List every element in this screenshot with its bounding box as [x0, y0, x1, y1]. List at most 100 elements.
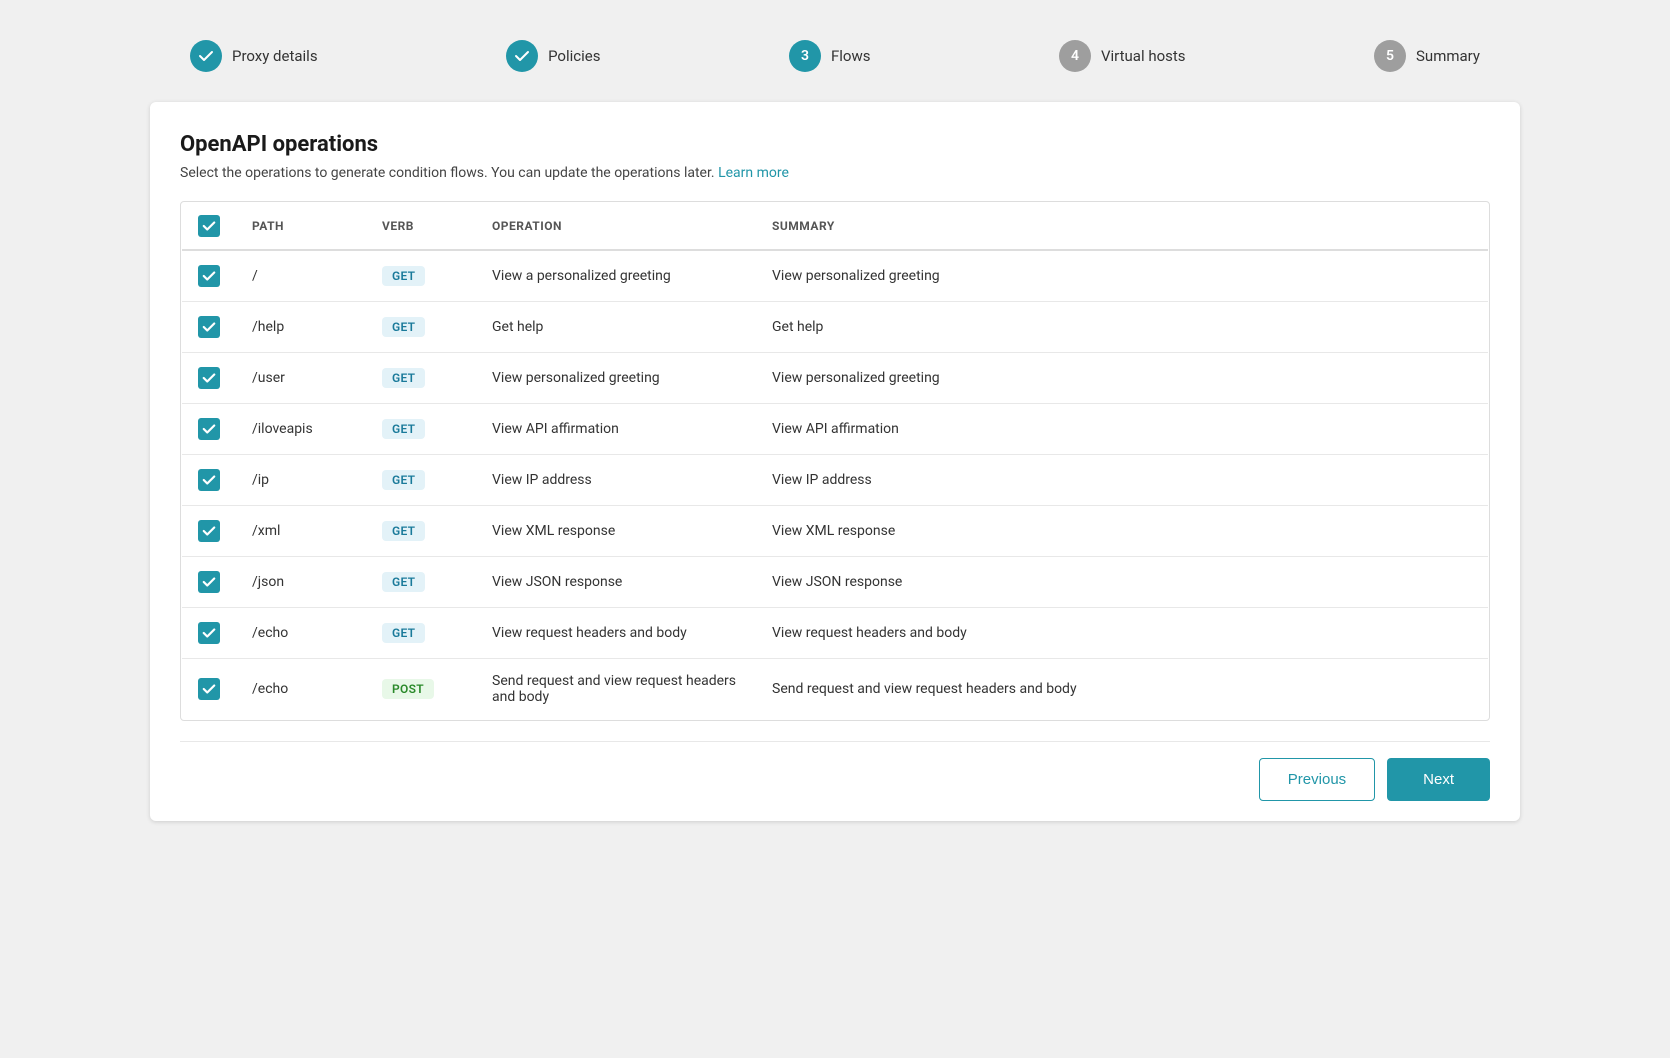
row-checkbox-cell: [182, 250, 237, 302]
table-row: /echo GET View request headers and bodyVie…: [182, 608, 1489, 659]
row-verb: GET: [366, 302, 476, 353]
row-path: /: [236, 250, 366, 302]
row-verb: GET: [366, 250, 476, 302]
row-summary: Get help: [756, 302, 1489, 353]
step-circle-summary: 5: [1374, 40, 1406, 72]
row-checkbox-0[interactable]: [198, 265, 220, 287]
row-operation: View API affirmation: [476, 404, 756, 455]
card-footer: Previous Next: [180, 741, 1490, 801]
row-path: /echo: [236, 659, 366, 720]
row-path: /echo: [236, 608, 366, 659]
row-checkbox-6[interactable]: [198, 571, 220, 593]
verb-badge-get: GET: [382, 419, 425, 439]
stepper: Proxy details Policies 3 Flows 4 Virtual…: [150, 20, 1520, 92]
row-summary: View API affirmation: [756, 404, 1489, 455]
verb-badge-get: GET: [382, 317, 425, 337]
table-row: /echo POST Send request and view request h…: [182, 659, 1489, 720]
row-checkbox-cell: [182, 557, 237, 608]
col-header-verb: VERB: [366, 203, 476, 251]
verb-badge-get: GET: [382, 470, 425, 490]
row-summary: View IP address: [756, 455, 1489, 506]
row-checkbox-7[interactable]: [198, 622, 220, 644]
step-flows[interactable]: 3 Flows: [789, 40, 871, 72]
col-header-checkbox: [182, 203, 237, 251]
verb-badge-get: GET: [382, 266, 425, 286]
step-summary[interactable]: 5 Summary: [1374, 40, 1480, 72]
row-summary: View XML response: [756, 506, 1489, 557]
row-verb: GET: [366, 353, 476, 404]
row-path: /help: [236, 302, 366, 353]
step-circle-proxy-details: [190, 40, 222, 72]
row-checkbox-cell: [182, 659, 237, 720]
step-label-policies: Policies: [548, 47, 600, 65]
card-description: Select the operations to generate condit…: [180, 165, 1490, 181]
row-summary: View personalized greeting: [756, 353, 1489, 404]
step-circle-policies: [506, 40, 538, 72]
table-row: / GET View a personalized greetingView per…: [182, 250, 1489, 302]
row-verb: GET: [366, 404, 476, 455]
learn-more-link[interactable]: Learn more: [718, 165, 789, 181]
verb-badge-post: POST: [382, 679, 434, 699]
row-path: /user: [236, 353, 366, 404]
step-circle-flows: 3: [789, 40, 821, 72]
step-virtual-hosts[interactable]: 4 Virtual hosts: [1059, 40, 1186, 72]
table-row: /xmlGETView XML responseView XML respons…: [182, 506, 1489, 557]
step-label-virtual-hosts: Virtual hosts: [1101, 47, 1186, 65]
row-operation: View personalized greeting: [476, 353, 756, 404]
row-checkbox-5[interactable]: [198, 520, 220, 542]
row-checkbox-2[interactable]: [198, 367, 220, 389]
row-checkbox-cell: [182, 608, 237, 659]
row-path: /iloveapis: [236, 404, 366, 455]
row-checkbox-cell: [182, 506, 237, 557]
table-header-row: PATH VERB OPERATION SUMMARY: [182, 203, 1489, 251]
row-operation: View request headers and body: [476, 608, 756, 659]
row-operation: Send request and view request headers an…: [476, 659, 756, 720]
row-path: /xml: [236, 506, 366, 557]
row-checkbox-cell: [182, 302, 237, 353]
operations-table: PATH VERB OPERATION SUMMARY / GET View a p…: [181, 202, 1489, 720]
table-row: /ipGETView IP addressView IP address: [182, 455, 1489, 506]
row-operation: View JSON response: [476, 557, 756, 608]
row-operation: Get help: [476, 302, 756, 353]
row-verb: GET: [366, 455, 476, 506]
row-verb: GET: [366, 608, 476, 659]
row-summary: View personalized greeting: [756, 250, 1489, 302]
step-label-proxy-details: Proxy details: [232, 47, 318, 65]
table-row: /user GET View personalized greetingView p…: [182, 353, 1489, 404]
row-path: /ip: [236, 455, 366, 506]
previous-button[interactable]: Previous: [1259, 758, 1375, 801]
row-summary: Send request and view request headers an…: [756, 659, 1489, 720]
step-policies[interactable]: Policies: [506, 40, 600, 72]
table-row: /jsonGETView JSON responseView JSON resp…: [182, 557, 1489, 608]
main-card: OpenAPI operations Select the operations…: [150, 102, 1520, 821]
row-checkbox-cell: [182, 353, 237, 404]
select-all-checkbox[interactable]: [198, 215, 220, 237]
row-summary: View request headers and body: [756, 608, 1489, 659]
table-wrapper: PATH VERB OPERATION SUMMARY / GET View a p…: [180, 201, 1490, 721]
card-title: OpenAPI operations: [180, 132, 1490, 157]
table-row: /iloveapis GET View API affirmationView AP…: [182, 404, 1489, 455]
verb-badge-get: GET: [382, 521, 425, 541]
verb-badge-get: GET: [382, 623, 425, 643]
step-circle-virtual-hosts: 4: [1059, 40, 1091, 72]
row-path: /json: [236, 557, 366, 608]
col-header-operation: OPERATION: [476, 203, 756, 251]
row-checkbox-cell: [182, 404, 237, 455]
row-checkbox-cell: [182, 455, 237, 506]
col-header-path: PATH: [236, 203, 366, 251]
verb-badge-get: GET: [382, 368, 425, 388]
table-row: /help GET Get helpGet help: [182, 302, 1489, 353]
row-verb: GET: [366, 557, 476, 608]
row-verb: POST: [366, 659, 476, 720]
row-checkbox-8[interactable]: [198, 678, 220, 700]
row-checkbox-1[interactable]: [198, 316, 220, 338]
row-verb: GET: [366, 506, 476, 557]
col-header-summary: SUMMARY: [756, 203, 1489, 251]
row-operation: View a personalized greeting: [476, 250, 756, 302]
verb-badge-get: GET: [382, 572, 425, 592]
step-proxy-details[interactable]: Proxy details: [190, 40, 318, 72]
row-checkbox-4[interactable]: [198, 469, 220, 491]
row-checkbox-3[interactable]: [198, 418, 220, 440]
step-label-flows: Flows: [831, 47, 871, 65]
next-button[interactable]: Next: [1387, 758, 1490, 801]
